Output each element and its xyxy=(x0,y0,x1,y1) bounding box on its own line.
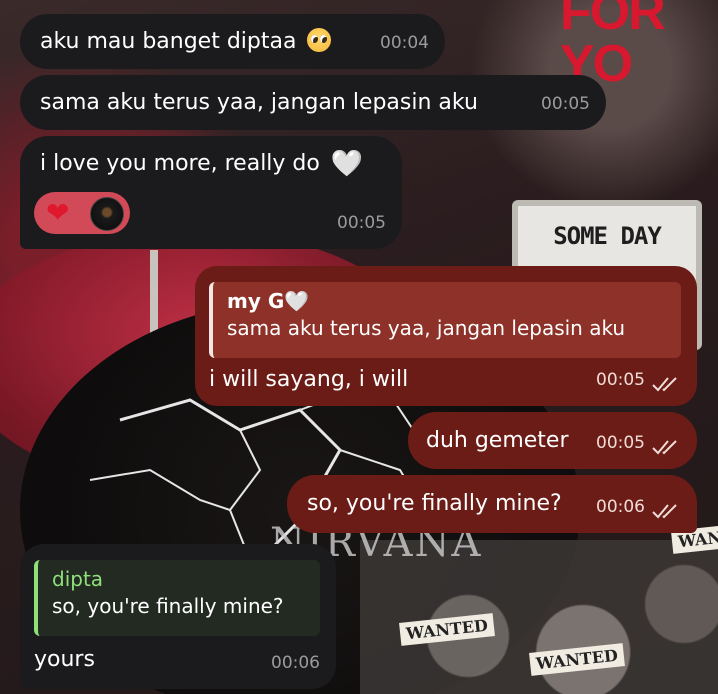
message-time: 00:06 xyxy=(596,497,645,517)
message-text: i love you more, really do xyxy=(40,151,320,176)
message-reactions[interactable]: ❤ xyxy=(34,192,130,234)
reply-quoted-text: so, you're finally mine? xyxy=(52,594,284,618)
white-heart-emoji: 🤍 xyxy=(284,289,310,313)
message-text: sama aku terus yaa, jangan lepasin aku xyxy=(40,90,478,115)
heart-reaction-icon[interactable]: ❤ xyxy=(46,196,69,230)
message-bubble[interactable]: so, you're finally mine? 00:06 xyxy=(287,475,697,533)
message-time: 00:06 xyxy=(271,653,320,673)
message-bubble[interactable]: duh gemeter 00:05 xyxy=(408,412,697,469)
message-time: 00:05 xyxy=(541,94,590,114)
message-text: duh gemeter xyxy=(426,428,569,453)
double-check-read-icon xyxy=(652,504,677,519)
reactor-avatar[interactable] xyxy=(90,197,124,231)
double-check-read-icon xyxy=(652,440,677,455)
message-time: 00:05 xyxy=(596,370,645,390)
message-bubble[interactable]: aku mau banget diptaa 00:04 xyxy=(20,14,445,69)
reply-sender-name: my G xyxy=(227,289,285,313)
reply-sender-name: dipta xyxy=(52,567,104,591)
double-check-read-icon xyxy=(652,377,677,392)
message-bubble[interactable]: dipta so, you're finally mine? yours 00:… xyxy=(20,544,336,689)
message-bubble[interactable]: sama aku terus yaa, jangan lepasin aku 0… xyxy=(20,75,606,130)
pleading-face-emoji xyxy=(307,28,332,52)
message-text: aku mau banget diptaa xyxy=(40,29,297,54)
white-heart-emoji: 🤍 xyxy=(330,149,364,179)
message-time: 00:05 xyxy=(596,433,645,453)
reply-quote[interactable]: dipta so, you're finally mine? xyxy=(34,560,320,636)
message-time: 00:04 xyxy=(380,33,429,53)
message-time: 00:05 xyxy=(337,213,386,233)
chat-message-list[interactable]: aku mau banget diptaa 00:04 sama aku ter… xyxy=(0,0,718,694)
message-text: so, you're finally mine? xyxy=(307,491,562,516)
reply-quoted-text: sama aku terus yaa, jangan lepasin aku xyxy=(227,316,626,340)
message-bubble[interactable]: my G🤍 sama aku terus yaa, jangan lepasin… xyxy=(195,266,697,406)
reply-quote[interactable]: my G🤍 sama aku terus yaa, jangan lepasin… xyxy=(209,282,681,358)
